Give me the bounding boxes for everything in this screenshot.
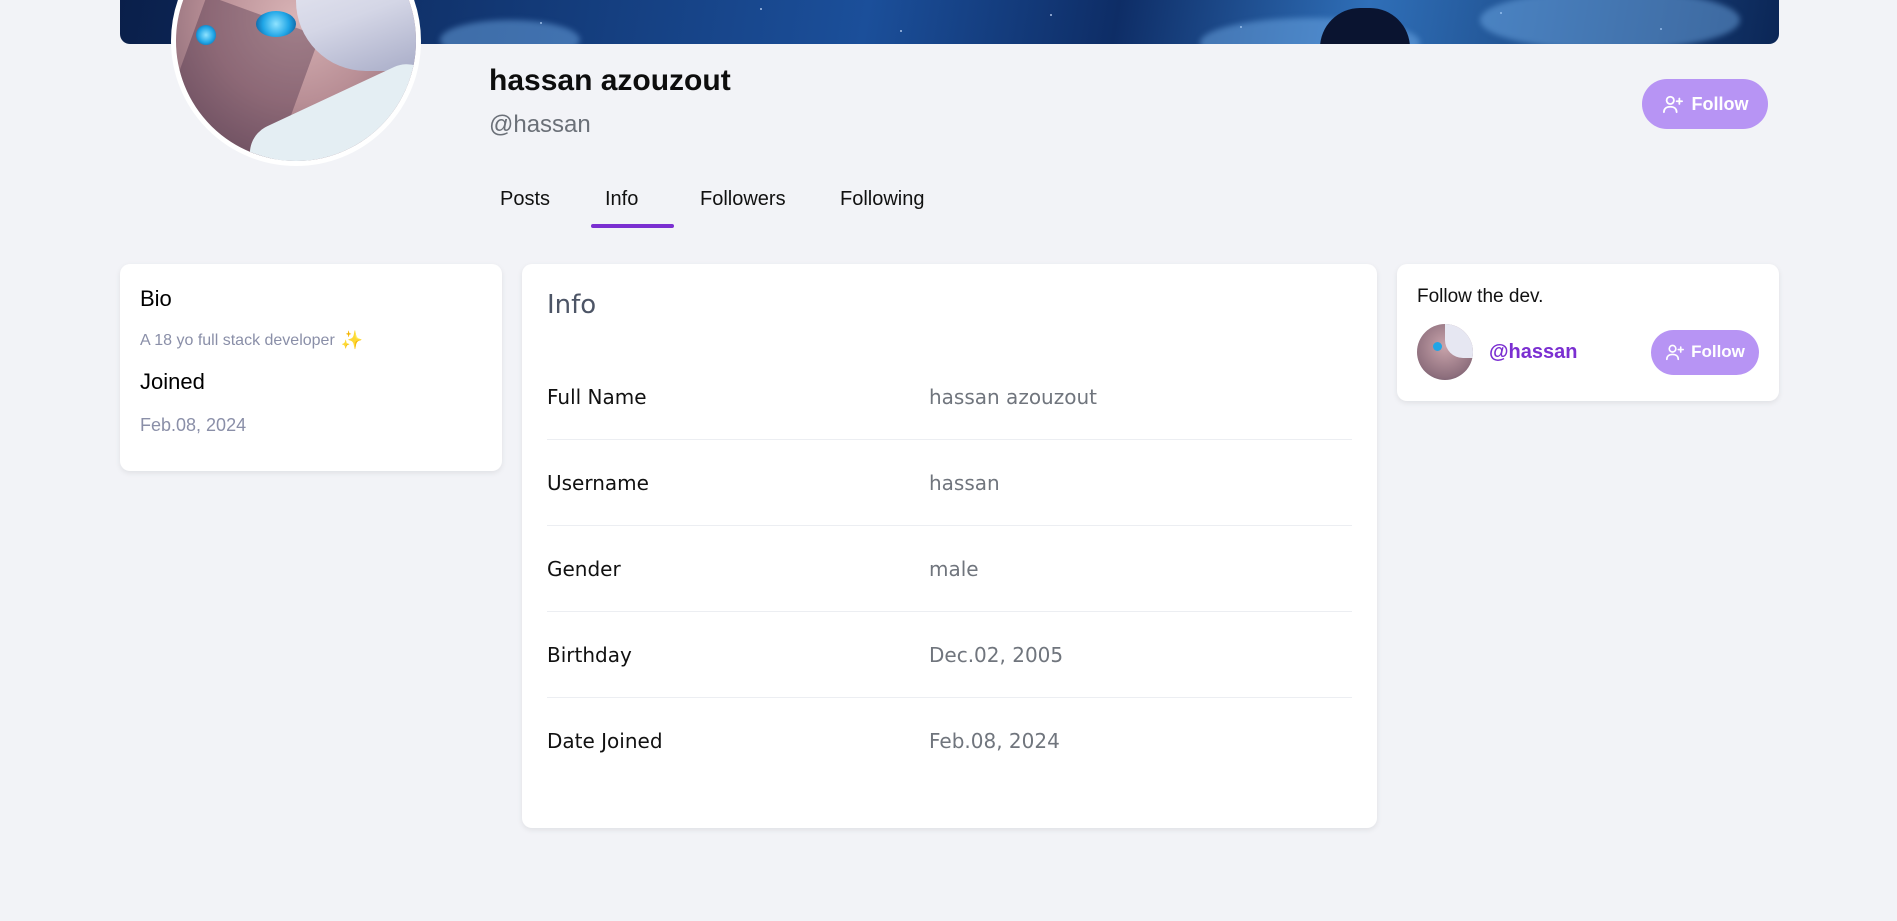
follow-button-label: Follow	[1691, 93, 1749, 114]
profile-avatar	[171, 0, 421, 166]
follow-dev-title: Follow the dev.	[1417, 286, 1544, 307]
tab-posts[interactable]: Posts	[480, 180, 585, 230]
info-row-gender: Gender male	[547, 526, 1352, 612]
tab-info[interactable]: Info	[585, 180, 680, 230]
info-value: hassan	[929, 470, 1000, 495]
info-label: Birthday	[547, 642, 632, 667]
info-card: Info Full Name hassan azouzout Username …	[522, 264, 1377, 828]
info-value: hassan azouzout	[929, 384, 1097, 409]
info-row-date-joined: Date Joined Feb.08, 2024	[547, 698, 1352, 784]
info-value: Feb.08, 2024	[929, 729, 1060, 753]
joined-heading: Joined	[140, 369, 205, 394]
info-row-birthday: Birthday Dec.02, 2005	[547, 612, 1352, 698]
info-value: male	[929, 556, 979, 581]
info-label: Username	[547, 470, 649, 495]
follow-dev-row: @hassan Follow	[1417, 324, 1759, 380]
joined-value: Feb.08, 2024	[140, 415, 247, 435]
info-value: Dec.02, 2005	[929, 642, 1064, 667]
follow-dev-button[interactable]: Follow	[1651, 329, 1759, 375]
follow-dev-button-label: Follow	[1691, 342, 1745, 361]
info-label: Gender	[547, 556, 621, 581]
info-title: Info	[547, 290, 597, 320]
user-plus-icon	[1666, 344, 1685, 361]
tab-followers[interactable]: Followers	[680, 180, 820, 230]
bio-text-row: A 18 yo full stack developer ✨	[140, 330, 482, 351]
info-label: Date Joined	[547, 729, 663, 753]
dev-avatar[interactable]	[1417, 324, 1473, 380]
dev-handle-link[interactable]: @hassan	[1489, 341, 1577, 364]
bio-card: Bio A 18 yo full stack developer ✨ Joine…	[120, 264, 502, 471]
bio-text: A 18 yo full stack developer	[140, 331, 335, 349]
profile-name: hassan azouzout	[489, 64, 731, 97]
info-row-full-name: Full Name hassan azouzout	[547, 354, 1352, 440]
user-plus-icon	[1662, 95, 1683, 114]
tab-following[interactable]: Following	[820, 180, 960, 230]
bio-heading: Bio	[140, 286, 172, 311]
info-label: Full Name	[547, 384, 647, 409]
sparkle-icon: ✨	[340, 330, 364, 350]
follow-button[interactable]: Follow	[1642, 79, 1768, 129]
follow-dev-card: Follow the dev. @hassan Follow	[1397, 264, 1779, 401]
profile-handle: @hassan	[489, 111, 591, 138]
info-list: Full Name hassan azouzout Username hassa…	[547, 354, 1352, 784]
info-row-username: Username hassan	[547, 440, 1352, 526]
profile-tabs: Posts Info Followers Following	[480, 180, 960, 230]
